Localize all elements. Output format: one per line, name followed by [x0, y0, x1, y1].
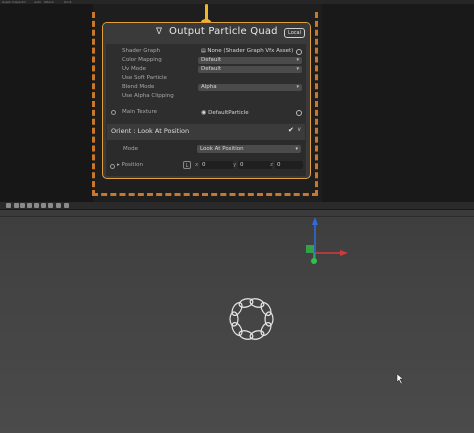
- setting-shader-graph: Shader Graph ▤ None (Shader Graph Vfx As…: [106, 47, 306, 56]
- main-texture-value: DefaultParticle: [208, 110, 249, 116]
- node-header[interactable]: ∇ Output Particle Quad Local: [103, 23, 310, 43]
- y-value-field[interactable]: 0: [238, 161, 272, 169]
- shader-graph-field[interactable]: ▤ None (Shader Graph Vfx Asset): [198, 48, 302, 55]
- dropdown-value: Alpha: [201, 84, 217, 90]
- move-tool-icon[interactable]: [14, 203, 19, 208]
- snap-icon[interactable]: [64, 203, 69, 208]
- input-port-icon[interactable]: [111, 110, 116, 115]
- gizmo-y-arrow[interactable]: [312, 217, 318, 225]
- gizmo-plane-handle[interactable]: [306, 245, 314, 253]
- particle-quad: [260, 322, 272, 336]
- scene-toolbar: [0, 202, 474, 210]
- dropdown-value: Default: [201, 57, 222, 63]
- x-value-field[interactable]: 0: [200, 161, 234, 169]
- main-texture-label: Main Texture: [122, 109, 158, 115]
- camera-icon[interactable]: [6, 203, 11, 208]
- main-texture-field[interactable]: ◉ DefaultParticle: [198, 109, 302, 116]
- setting-label: Uv Mode: [122, 66, 147, 72]
- dropdown-value: Look At Position: [200, 146, 244, 152]
- space-badge[interactable]: Local: [284, 28, 305, 38]
- setting-label: Use Alpha Clipping: [122, 93, 174, 99]
- object-picker-icon[interactable]: [296, 49, 302, 55]
- grid-icon[interactable]: [56, 203, 61, 208]
- x-axis-label: x: [195, 162, 199, 168]
- setting-color-mapping: Color Mapping Default ▾: [106, 56, 306, 65]
- vfx-output-icon: ∇: [156, 27, 163, 37]
- expand-arrow-icon[interactable]: ▸: [117, 162, 120, 168]
- setting-use-alpha-clipping[interactable]: Use Alpha Clipping: [106, 92, 306, 101]
- position-label: ▸ Position: [117, 162, 143, 168]
- transform-gizmo[interactable]: [306, 217, 348, 264]
- graph-right-panel: [322, 4, 474, 202]
- setting-label: Use Soft Particle: [122, 75, 167, 81]
- chevron-down-icon: ▾: [296, 57, 299, 63]
- particle-quad: [231, 302, 243, 316]
- scene-header: [0, 210, 474, 217]
- setting-blend-mode: Blend Mode Alpha ▾: [106, 83, 306, 92]
- input-port-icon[interactable]: [110, 164, 115, 169]
- particle-quad: [229, 311, 239, 327]
- y-axis-label: y: [233, 162, 237, 168]
- dropdown-value: Default: [201, 66, 222, 72]
- setting-label: Color Mapping: [122, 57, 162, 63]
- output-particle-quad-node[interactable]: ∇ Output Particle Quad Local Shader Grap…: [102, 22, 311, 179]
- node-title: Output Particle Quad: [169, 26, 278, 37]
- graph-left-panel: [0, 4, 93, 202]
- mouse-cursor-icon: [396, 373, 404, 385]
- chevron-down-icon: ▾: [296, 84, 299, 90]
- setting-use-soft-particle[interactable]: Use Soft Particle: [106, 74, 306, 83]
- setting-label: Blend Mode: [122, 84, 155, 90]
- space-toggle[interactable]: L: [183, 161, 191, 169]
- setting-uv-mode: Uv Mode Default ▾: [106, 65, 306, 74]
- main-texture-row: Main Texture ◉ DefaultParticle: [106, 108, 306, 117]
- rotate-tool-icon[interactable]: [20, 203, 25, 208]
- scene-overlay: [229, 217, 404, 385]
- chevron-down-icon: ▾: [296, 66, 299, 72]
- color-mapping-dropdown[interactable]: Default ▾: [198, 57, 302, 64]
- scene-viewport[interactable]: [0, 217, 474, 433]
- transform-tool-icon[interactable]: [41, 203, 46, 208]
- mode-label: Mode: [123, 146, 138, 152]
- blend-mode-dropdown[interactable]: Alpha ▾: [198, 84, 302, 91]
- z-value-field[interactable]: 0: [275, 161, 303, 169]
- chevron-down-icon: ▾: [295, 146, 298, 152]
- block-title: Orient : Look At Position: [111, 127, 190, 135]
- z-axis-label: z: [270, 162, 273, 168]
- orient-block[interactable]: Orient : Look At Position ✔ ∨ Mode Look …: [107, 124, 305, 176]
- mode-dropdown[interactable]: Look At Position ▾: [197, 145, 301, 153]
- node-settings: Shader Graph ▤ None (Shader Graph Vfx As…: [106, 44, 306, 176]
- block-header[interactable]: Orient : Look At Position ✔ ∨: [107, 124, 305, 140]
- rect-tool-icon[interactable]: [34, 203, 39, 208]
- particle-ring: [229, 298, 274, 340]
- block-enabled-checkbox[interactable]: ✔: [288, 127, 295, 134]
- scale-tool-icon[interactable]: [27, 203, 32, 208]
- shader-graph-value: None (Shader Graph Vfx Asset): [207, 48, 294, 54]
- gizmo-x-arrow[interactable]: [340, 250, 348, 256]
- chevron-down-icon[interactable]: ∨: [297, 126, 301, 133]
- particle-quad: [264, 311, 274, 327]
- uv-mode-dropdown[interactable]: Default ▾: [198, 66, 302, 73]
- position-label-text: Position: [121, 162, 143, 168]
- setting-label: Shader Graph: [122, 48, 161, 54]
- object-picker-icon[interactable]: [296, 110, 302, 116]
- pivot-icon[interactable]: [48, 203, 53, 208]
